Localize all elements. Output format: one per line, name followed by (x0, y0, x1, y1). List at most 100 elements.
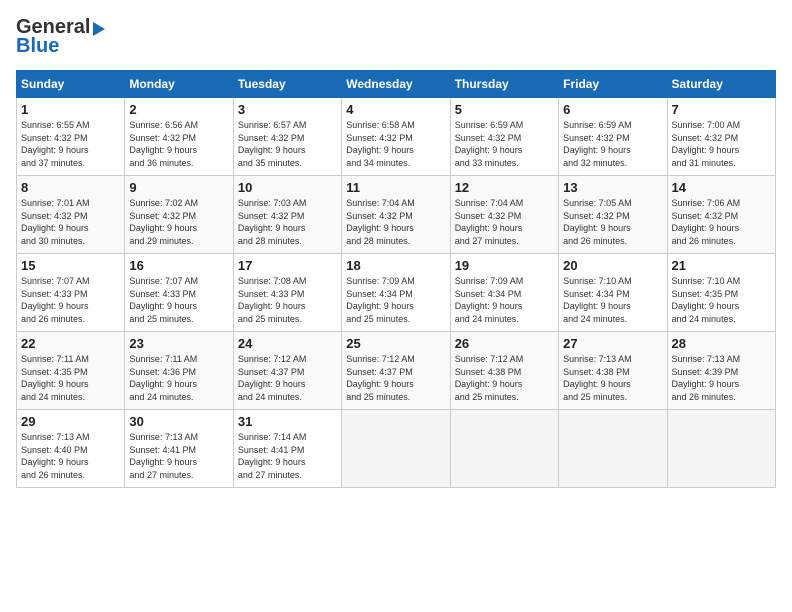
calendar-cell: 10 Sunrise: 7:03 AMSunset: 4:32 PMDayligh… (233, 176, 341, 254)
day-info: Sunrise: 7:00 AMSunset: 4:32 PMDaylight:… (672, 119, 771, 169)
day-number: 16 (129, 258, 228, 273)
logo-arrow-icon (93, 22, 105, 36)
day-info: Sunrise: 7:07 AMSunset: 4:33 PMDaylight:… (129, 275, 228, 325)
day-number: 13 (563, 180, 662, 195)
day-info: Sunrise: 7:09 AMSunset: 4:34 PMDaylight:… (455, 275, 554, 325)
day-number: 21 (672, 258, 771, 273)
calendar-cell: 24Sunrise: 7:12 AMSunset: 4:37 PMDayligh… (233, 332, 341, 410)
day-number: 25 (346, 336, 445, 351)
day-number: 12 (455, 180, 554, 195)
day-info: Sunrise: 7:03 AMSunset: 4:32 PMDaylight:… (238, 197, 337, 247)
day-info: Sunrise: 6:59 AMSunset: 4:32 PMDaylight:… (455, 119, 554, 169)
calendar-cell: 28 Sunrise: 7:13 AMSunset: 4:39 PMDayligh… (667, 332, 775, 410)
day-info: Sunrise: 7:08 AMSunset: 4:33 PMDaylight:… (238, 275, 337, 325)
weekday-header-row: SundayMondayTuesdayWednesdayThursdayFrid… (17, 71, 776, 98)
weekday-header-friday: Friday (559, 71, 667, 98)
day-info: Sunrise: 7:10 AMSunset: 4:34 PMDaylight:… (563, 275, 662, 325)
day-info: Sunrise: 7:11 AMSunset: 4:35 PMDaylight:… (21, 353, 120, 403)
calendar-container: General Blue SundayMondayTuesdayWednesda… (0, 0, 792, 496)
calendar-cell: 5 Sunrise: 6:59 AMSunset: 4:32 PMDaylight… (450, 98, 558, 176)
day-info: Sunrise: 7:07 AMSunset: 4:33 PMDaylight:… (21, 275, 120, 325)
day-info: Sunrise: 7:02 AMSunset: 4:32 PMDaylight:… (129, 197, 228, 247)
calendar-cell: 27 Sunrise: 7:13 AMSunset: 4:38 PMDayligh… (559, 332, 667, 410)
day-number: 28 (672, 336, 771, 351)
day-number: 30 (129, 414, 228, 429)
day-number: 5 (455, 102, 554, 117)
day-number: 18 (346, 258, 445, 273)
calendar-cell: 16 Sunrise: 7:07 AMSunset: 4:33 PMDayligh… (125, 254, 233, 332)
weekday-header-sunday: Sunday (17, 71, 125, 98)
day-number: 27 (563, 336, 662, 351)
calendar-cell: 3Sunrise: 6:57 AMSunset: 4:32 PMDaylight… (233, 98, 341, 176)
day-info: Sunrise: 7:13 AMSunset: 4:40 PMDaylight:… (21, 431, 120, 481)
calendar-cell: 12 Sunrise: 7:04 AMSunset: 4:32 PMDayligh… (450, 176, 558, 254)
day-number: 11 (346, 180, 445, 195)
calendar-cell: 11 Sunrise: 7:04 AMSunset: 4:32 PMDayligh… (342, 176, 450, 254)
calendar-cell: 4 Sunrise: 6:58 AMSunset: 4:32 PMDaylight… (342, 98, 450, 176)
day-number: 4 (346, 102, 445, 117)
day-number: 10 (238, 180, 337, 195)
calendar-cell: 17 Sunrise: 7:08 AMSunset: 4:33 PMDayligh… (233, 254, 341, 332)
weekday-header-thursday: Thursday (450, 71, 558, 98)
calendar-cell: 30Sunrise: 7:13 AMSunset: 4:41 PMDayligh… (125, 410, 233, 488)
header: General Blue (16, 16, 776, 58)
calendar-week-5: 29 Sunrise: 7:13 AMSunset: 4:40 PMDayligh… (17, 410, 776, 488)
calendar-cell: 20 Sunrise: 7:10 AMSunset: 4:34 PMDayligh… (559, 254, 667, 332)
calendar-cell: 15 Sunrise: 7:07 AMSunset: 4:33 PMDayligh… (17, 254, 125, 332)
calendar-week-2: 8 Sunrise: 7:01 AMSunset: 4:32 PMDaylight… (17, 176, 776, 254)
day-number: 23 (129, 336, 228, 351)
logo-blue: Blue (16, 35, 59, 58)
day-number: 22 (21, 336, 120, 351)
calendar-week-4: 22 Sunrise: 7:11 AMSunset: 4:35 PMDayligh… (17, 332, 776, 410)
day-number: 8 (21, 180, 120, 195)
day-info: Sunrise: 7:12 AMSunset: 4:37 PMDaylight:… (238, 353, 337, 403)
day-number: 2 (129, 102, 228, 117)
calendar-cell: 19 Sunrise: 7:09 AMSunset: 4:34 PMDayligh… (450, 254, 558, 332)
day-number: 29 (21, 414, 120, 429)
weekday-header-tuesday: Tuesday (233, 71, 341, 98)
day-number: 31 (238, 414, 337, 429)
calendar-cell: 22 Sunrise: 7:11 AMSunset: 4:35 PMDayligh… (17, 332, 125, 410)
calendar-cell (667, 410, 775, 488)
day-info: Sunrise: 6:58 AMSunset: 4:32 PMDaylight:… (346, 119, 445, 169)
day-info: Sunrise: 7:13 AMSunset: 4:38 PMDaylight:… (563, 353, 662, 403)
day-info: Sunrise: 7:04 AMSunset: 4:32 PMDaylight:… (346, 197, 445, 247)
calendar-cell (450, 410, 558, 488)
day-number: 17 (238, 258, 337, 273)
day-info: Sunrise: 7:04 AMSunset: 4:32 PMDaylight:… (455, 197, 554, 247)
calendar-cell: 9Sunrise: 7:02 AMSunset: 4:32 PMDaylight… (125, 176, 233, 254)
day-info: Sunrise: 7:01 AMSunset: 4:32 PMDaylight:… (21, 197, 120, 247)
calendar-week-1: 1 Sunrise: 6:55 AMSunset: 4:32 PMDaylight… (17, 98, 776, 176)
day-number: 26 (455, 336, 554, 351)
day-number: 15 (21, 258, 120, 273)
day-info: Sunrise: 7:05 AMSunset: 4:32 PMDaylight:… (563, 197, 662, 247)
day-number: 20 (563, 258, 662, 273)
calendar-cell: 18Sunrise: 7:09 AMSunset: 4:34 PMDayligh… (342, 254, 450, 332)
day-info: Sunrise: 7:12 AMSunset: 4:38 PMDaylight:… (455, 353, 554, 403)
weekday-header-wednesday: Wednesday (342, 71, 450, 98)
calendar-cell: 14Sunrise: 7:06 AMSunset: 4:32 PMDayligh… (667, 176, 775, 254)
weekday-header-saturday: Saturday (667, 71, 775, 98)
calendar-cell: 25 Sunrise: 7:12 AMSunset: 4:37 PMDayligh… (342, 332, 450, 410)
calendar-cell: 7 Sunrise: 7:00 AMSunset: 4:32 PMDaylight… (667, 98, 775, 176)
day-info: Sunrise: 6:56 AMSunset: 4:32 PMDaylight:… (129, 119, 228, 169)
day-number: 7 (672, 102, 771, 117)
weekday-header-monday: Monday (125, 71, 233, 98)
day-info: Sunrise: 7:14 AMSunset: 4:41 PMDaylight:… (238, 431, 337, 481)
logo: General Blue (16, 16, 105, 58)
day-info: Sunrise: 6:55 AMSunset: 4:32 PMDaylight:… (21, 119, 120, 169)
day-number: 1 (21, 102, 120, 117)
calendar-cell: 26 Sunrise: 7:12 AMSunset: 4:38 PMDayligh… (450, 332, 558, 410)
calendar-cell: 1 Sunrise: 6:55 AMSunset: 4:32 PMDaylight… (17, 98, 125, 176)
day-number: 3 (238, 102, 337, 117)
calendar-cell: 29 Sunrise: 7:13 AMSunset: 4:40 PMDayligh… (17, 410, 125, 488)
calendar-table: SundayMondayTuesdayWednesdayThursdayFrid… (16, 70, 776, 488)
day-number: 19 (455, 258, 554, 273)
calendar-cell (342, 410, 450, 488)
calendar-cell: 2 Sunrise: 6:56 AMSunset: 4:32 PMDaylight… (125, 98, 233, 176)
day-info: Sunrise: 7:06 AMSunset: 4:32 PMDaylight:… (672, 197, 771, 247)
day-info: Sunrise: 7:12 AMSunset: 4:37 PMDaylight:… (346, 353, 445, 403)
day-info: Sunrise: 7:13 AMSunset: 4:39 PMDaylight:… (672, 353, 771, 403)
calendar-cell: 6Sunrise: 6:59 AMSunset: 4:32 PMDaylight… (559, 98, 667, 176)
day-info: Sunrise: 7:11 AMSunset: 4:36 PMDaylight:… (129, 353, 228, 403)
